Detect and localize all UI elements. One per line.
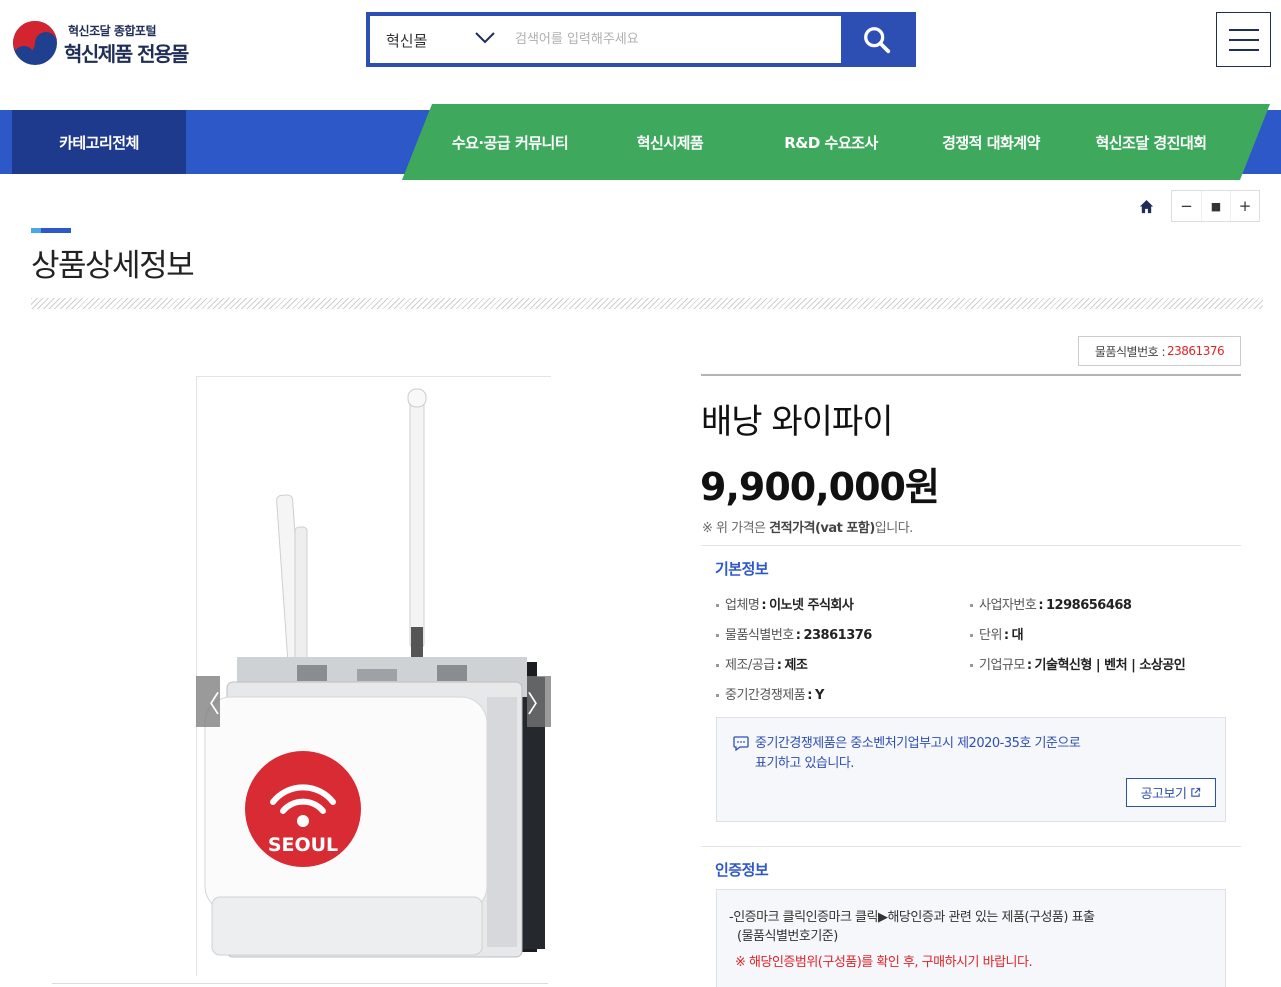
menu-line-icon: [1229, 49, 1259, 51]
product-image: SEOUL: [196, 376, 551, 976]
search-bar: 혁신몰: [366, 12, 916, 67]
spec-business-number: 사업자번호:1298656468: [970, 594, 1132, 613]
hamburger-menu-button[interactable]: [1216, 12, 1271, 67]
search-scope-select[interactable]: 혁신몰: [370, 16, 503, 63]
logo-subtitle: 혁신조달 종합포털: [68, 24, 157, 38]
utility-toolbar: − ■ +: [1130, 190, 1260, 222]
title-accent-bar: [31, 228, 71, 233]
notice-line-2: 표기하고 있습니다.: [755, 756, 854, 771]
chevron-down-icon: [475, 32, 495, 44]
section-divider: [701, 846, 1241, 847]
gallery-bottom-line: [52, 983, 548, 984]
image-badge-text: SEOUL: [268, 834, 338, 856]
site-logo[interactable]: 혁신조달 종합포털 혁신제품 전용몰: [12, 18, 232, 66]
notice-line-1: 중기간경쟁제품은 중소벤처기업부고시 제2020-35호 기준으로: [755, 736, 1081, 751]
zoom-reset-button[interactable]: ■: [1201, 191, 1230, 221]
spec-product-id: 물품식별번호:23861376: [716, 624, 872, 643]
price-note-bold: 견적가격(vat 포함): [769, 521, 875, 536]
search-input[interactable]: [515, 24, 835, 55]
nav-item-rnd-survey[interactable]: R&D 수요조사: [760, 104, 902, 180]
nav-category-all[interactable]: 카테고리전체: [12, 110, 186, 174]
search-button[interactable]: [841, 16, 912, 63]
gallery-next-button[interactable]: 〉: [527, 676, 551, 727]
search-icon: [863, 26, 890, 53]
price-note: ※ 위 가격은 견적가격(vat 포함)입니다.: [702, 517, 913, 536]
spec-sme-product: 중기간경쟁제품: Y: [716, 684, 824, 703]
nav-item-competitive-dialogue[interactable]: 경쟁적 대화계약: [916, 104, 1066, 180]
logo-title: 혁신제품 전용몰: [64, 42, 189, 66]
nav-item-prototype[interactable]: 혁신시제품: [600, 104, 740, 180]
zoom-controls: − ■ +: [1171, 190, 1260, 222]
notice-text: 중기간경쟁제품은 중소벤처기업부고시 제2020-35호 기준으로 표기하고 있…: [755, 734, 1165, 774]
cert-guide-line-1: -인증마크 클릭인증마크 클릭▶해당인증과 관련 있는 제품(구성품) 표출: [729, 910, 1095, 925]
menu-line-icon: [1229, 29, 1259, 31]
product-name: 배낭 와이파이: [701, 402, 893, 442]
backpack-wifi-image: SEOUL: [204, 388, 545, 958]
product-id-badge: 물품식별번호 : 23861376: [1078, 336, 1241, 366]
menu-line-icon: [1229, 39, 1259, 41]
title-divider: [31, 298, 1263, 309]
info-top-line: [701, 374, 1241, 376]
cert-info-box: -인증마크 클릭인증마크 클릭▶해당인증과 관련 있는 제품(구성품) 표출 (…: [716, 889, 1226, 987]
speech-bubble-icon: [733, 736, 749, 751]
cert-guide-line-2: (물품식별번호기준): [737, 929, 838, 944]
cert-warning: ※ 해당인증범위(구성품)를 확인 후, 구매하시기 바랍니다.: [735, 955, 1033, 970]
cert-info-title: 인증정보: [715, 861, 769, 879]
taegeuk-logo-icon: [13, 21, 57, 65]
nav-item-community[interactable]: 수요·공급 커뮤니티: [430, 104, 590, 180]
section-divider: [701, 545, 1241, 546]
zoom-in-button[interactable]: +: [1230, 191, 1259, 221]
search-scope-label: 혁신몰: [386, 32, 428, 50]
spec-company-size: 기업규모: 기술혁신형 | 벤처 | 소상공인: [970, 654, 1186, 673]
sme-notice-box: 중기간경쟁제품은 중소벤처기업부고시 제2020-35호 기준으로 표기하고 있…: [716, 717, 1226, 822]
product-price: 9,900,000원: [700, 465, 940, 509]
product-id-label: 물품식별번호 :: [1094, 344, 1166, 359]
gallery-prev-button[interactable]: 〈: [196, 676, 220, 727]
view-announcement-label: 공고보기: [1140, 787, 1187, 802]
nav-item-contest[interactable]: 혁신조달 경진대회: [1076, 104, 1226, 180]
external-link-icon: [1191, 787, 1201, 797]
spec-company: 업체명: 이노넷 주식회사: [716, 594, 854, 613]
spec-manufacture: 제조/공급: 제조: [716, 654, 808, 673]
basic-info-title: 기본정보: [715, 560, 769, 578]
zoom-out-button[interactable]: −: [1172, 191, 1201, 221]
page-title: 상품상세정보: [31, 248, 195, 284]
price-note-prefix: ※ 위 가격은: [702, 521, 770, 536]
price-note-suffix: 입니다.: [874, 521, 914, 536]
view-announcement-button[interactable]: 공고보기: [1126, 778, 1216, 807]
spec-unit: 단위: 대: [970, 624, 1024, 643]
home-button[interactable]: [1130, 190, 1162, 222]
product-id-value: 23861376: [1167, 344, 1225, 358]
home-icon: [1139, 199, 1153, 213]
